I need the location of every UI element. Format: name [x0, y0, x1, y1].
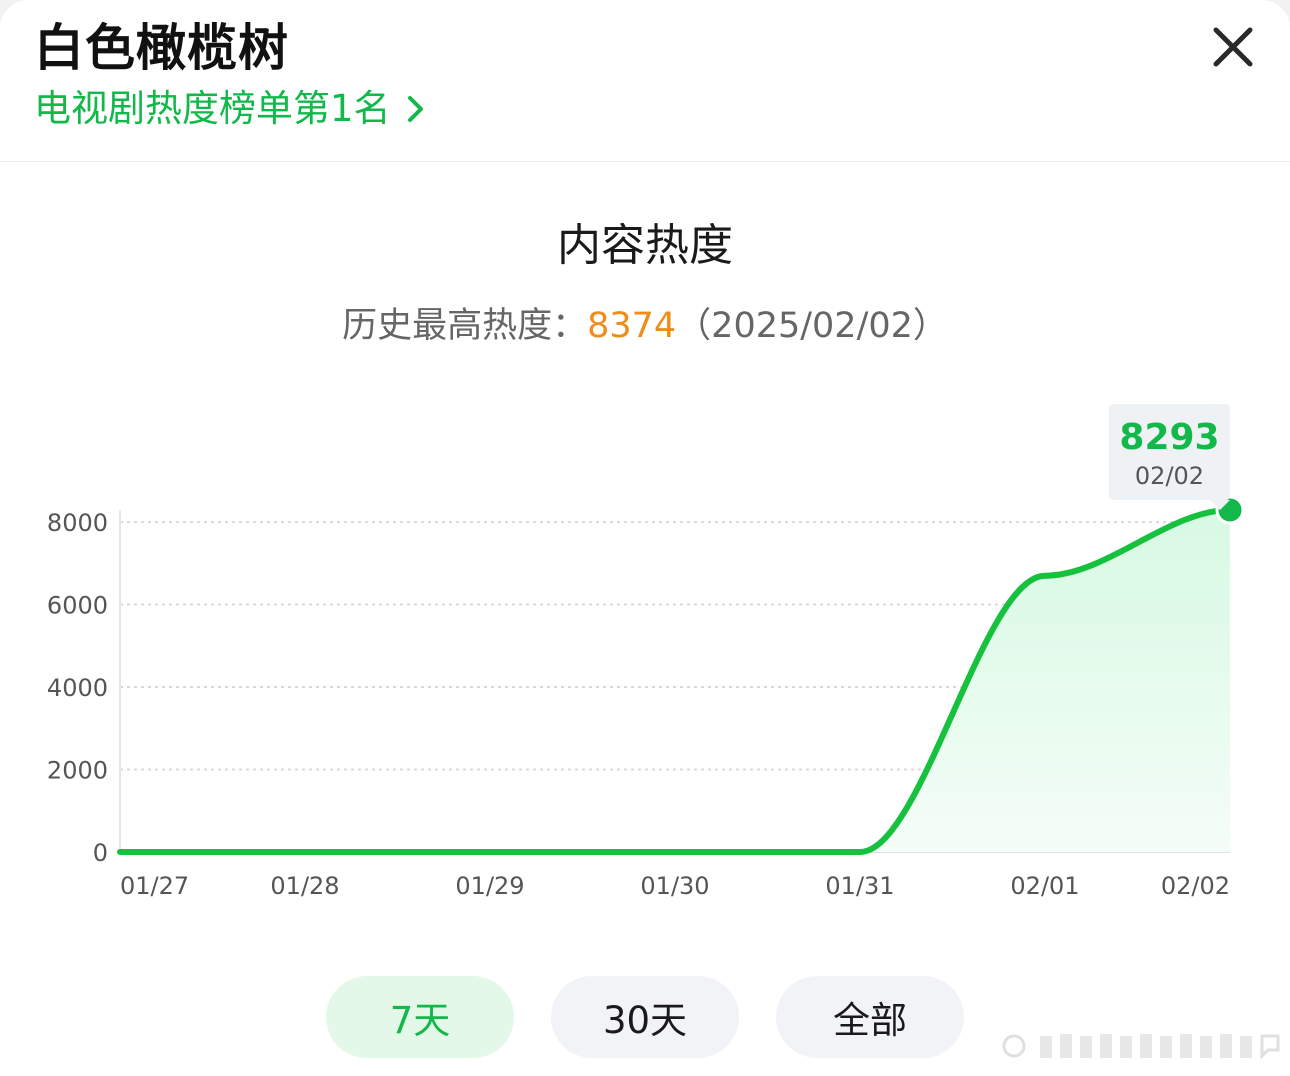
y-tick-label: 0 [93, 839, 108, 867]
y-tick-label: 4000 [47, 674, 108, 702]
range-tab-7d[interactable]: 7天 [326, 976, 514, 1058]
x-tick-label: 01/27 [120, 872, 189, 900]
peak-label: 历史最高热度： [342, 306, 588, 346]
peak-value: 8374 [587, 306, 677, 346]
y-tick-label: 8000 [47, 509, 108, 537]
peak-date: （2025/02/02） [676, 306, 948, 346]
rank-link-label: 电视剧热度榜单第1名 [34, 87, 391, 130]
y-tick-label: 2000 [47, 757, 108, 785]
tooltip-date: 02/02 [1134, 462, 1205, 490]
watermark-logo-icon [1002, 1034, 1280, 1060]
area-fill [120, 510, 1230, 852]
x-tick-label: 02/01 [1010, 872, 1079, 900]
drama-title: 白色橄榄树 [34, 19, 289, 77]
rank-link[interactable]: 电视剧热度榜单第1名 [34, 86, 427, 132]
range-tab-30d[interactable]: 30天 [551, 976, 739, 1058]
x-tick-label: 01/28 [270, 872, 339, 900]
tooltip-value: 8293 [1119, 417, 1220, 458]
y-tick-label: 6000 [47, 592, 108, 620]
panel-header: 白色橄榄树 电视剧热度榜单第1名 [0, 0, 1290, 162]
chart-title: 内容热度 [557, 220, 733, 271]
tooltip-pointer [1210, 500, 1230, 510]
x-tick-label: 01/31 [825, 872, 894, 900]
x-tick-label: 01/30 [640, 872, 709, 900]
value-tooltip: 8293 02/02 [1109, 404, 1230, 500]
chevron-right-icon [407, 96, 423, 122]
peak-summary: 历史最高热度：8374（2025/02/02） [0, 302, 1290, 350]
x-tick-label: 02/02 [1161, 872, 1230, 900]
x-tick-label: 01/29 [455, 872, 524, 900]
close-icon[interactable] [1206, 20, 1260, 74]
range-tab-all[interactable]: 全部 [776, 976, 964, 1058]
heat-chart: 0 2000 4000 6000 8000 01/27 01/28 01/29 01/30 01… [47, 495, 1245, 900]
hot-panel: 白色橄榄树 电视剧热度榜单第1名 内容热度 历史最高热度：8374（2025/0… [0, 0, 1290, 1076]
